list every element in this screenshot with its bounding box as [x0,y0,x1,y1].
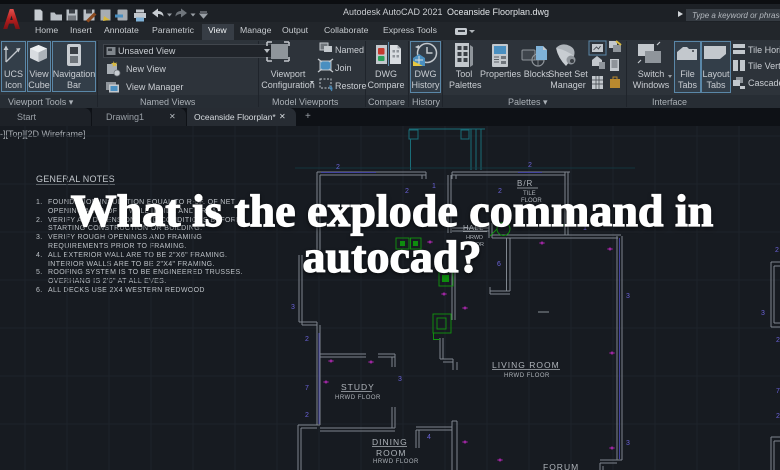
svg-text:3: 3 [626,440,630,447]
svg-text:LIVING ROOM: LIVING ROOM [492,360,560,370]
svg-text:3: 3 [761,310,765,317]
svg-text:HRWD FLOOR: HRWD FLOOR [504,373,550,379]
svg-text:3: 3 [626,293,630,300]
svg-text:2: 2 [305,412,309,419]
svg-text:7: 7 [776,388,780,395]
svg-text:2: 2 [336,164,340,171]
svg-text:ROOM: ROOM [376,448,406,458]
svg-text:3: 3 [398,376,402,383]
svg-text:STUDY: STUDY [341,382,375,392]
svg-text:HRWD FLOOR: HRWD FLOOR [373,459,419,465]
svg-text:2: 2 [528,162,532,169]
svg-text:2: 2 [776,337,780,344]
svg-text:FORUM: FORUM [543,462,579,470]
svg-text:DINING: DINING [372,437,408,447]
svg-text:2: 2 [776,413,780,420]
svg-text:4: 4 [427,434,431,441]
svg-text:3: 3 [291,304,295,311]
svg-text:2: 2 [305,336,309,343]
svg-text:HRWD FLOOR: HRWD FLOOR [335,395,381,401]
svg-text:7: 7 [305,385,309,392]
